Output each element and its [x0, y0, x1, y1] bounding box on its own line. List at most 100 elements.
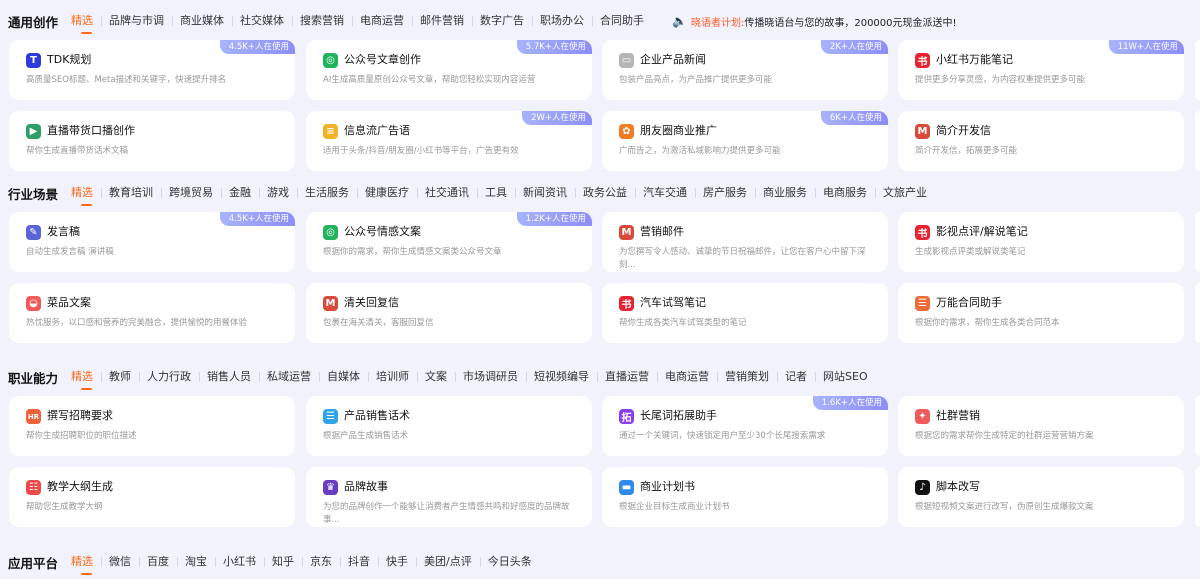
card-description: 广而告之，为激活私域影响力提供更多可能 [619, 146, 781, 156]
card-description: 生成影视点评类或解说类笔记 [915, 247, 1026, 257]
card-description: 简介开发信，拓展更多可能 [915, 146, 1018, 156]
usage-badge: 1.6K+人在使用 [812, 396, 888, 410]
tab-2-9[interactable]: 短视频编导 [526, 370, 597, 384]
tab-2-7[interactable]: 文案 [417, 370, 455, 384]
tab-2-13[interactable]: 记者 [777, 370, 815, 384]
template-card[interactable]: ✿ 朋友圈商业推广 广而告之，为激活私域影响力提供更多可能 6K+人在使用 [602, 111, 888, 171]
template-card[interactable]: HR 撰写招聘要求 帮你生成招聘职位的职位描述 [9, 396, 295, 456]
tab-2-2[interactable]: 人力行政 [139, 370, 199, 384]
template-card[interactable]: 书小红书万能笔记 提供更多分享灵感，为内容权重提供更多可能 11W+人在使用 [898, 40, 1184, 100]
card-description: AI生成高质量原创公众号文章，帮助您轻松实现内容运营 [323, 75, 536, 85]
tab-2-12[interactable]: 营销策划 [717, 370, 777, 384]
tab-2-5[interactable]: 自媒体 [319, 370, 368, 384]
tab-0-5[interactable]: 电商运营 [352, 14, 412, 28]
tab-1-11[interactable]: 汽车交通 [635, 186, 695, 200]
tab-0-0[interactable]: 精选 [71, 14, 101, 34]
tab-1-8[interactable]: 工具 [477, 186, 515, 200]
tab-3-6[interactable]: 京东 [302, 555, 340, 569]
tab-1-10[interactable]: 政务公益 [575, 186, 635, 200]
card-title: 企业产品新闻 [640, 53, 706, 66]
template-card[interactable]: ◎ 公众号文章创作 AI生成高质量原创公众号文章，帮助您轻松实现内容运营 5.7K+人… [306, 40, 592, 100]
tab-1-1[interactable]: 教育培训 [101, 186, 161, 200]
tab-3-9[interactable]: 美团/点评 [416, 555, 480, 569]
tab-2-0[interactable]: 精选 [71, 370, 101, 390]
announcement[interactable]: 🔈 晓语者计划: 传播晓语台与您的故事，200000元现金派送中! [672, 14, 957, 29]
tab-1-2[interactable]: 跨境贸易 [161, 186, 221, 200]
template-card[interactable]: ♪ 脚本改写 根据短视频文案进行改写，伪原创生成爆款文案 [898, 467, 1184, 527]
template-card[interactable]: ◒ 菜品文案 热忱服务，以口感和营养的完美融合，提供愉悦的用餐体验 [9, 283, 295, 343]
usage-badge: 2W+人在使用 [522, 111, 592, 125]
tab-0-3[interactable]: 社交媒体 [232, 14, 292, 28]
live-stream-icon: ▶ [26, 124, 41, 139]
card-description: 帮你生成各类汽车试驾类型的笔记 [619, 318, 747, 328]
tab-1-3[interactable]: 金融 [221, 186, 259, 200]
template-card[interactable]: ▬ 商业计划书 根据企业目标生成商业计划书 [602, 467, 888, 527]
tab-3-3[interactable]: 淘宝 [177, 555, 215, 569]
template-card[interactable]: ◎ 公众号情感文案 根据你的需求，帮你生成情感文案类公众号文章 1.2K+人在使用 [306, 212, 592, 272]
tab-1-0[interactable]: 精选 [71, 186, 101, 206]
tab-1-4[interactable]: 游戏 [259, 186, 297, 200]
template-card[interactable]: M 清关回复信 包裹在海关清关，客服回复信 [306, 283, 592, 343]
template-card[interactable]: T TDK规划 高质量SEO标题、Meta描述和关键字，快速提升排名 4.5K+人在使… [9, 40, 295, 100]
card-title: 营销邮件 [640, 225, 684, 238]
template-card[interactable]: 拓长尾词拓展助手 通过一个关键词，快速锁定用户至少30个长尾搜索需求 1.6K+人在… [602, 396, 888, 456]
tab-1-5[interactable]: 生活服务 [297, 186, 357, 200]
tab-1-7[interactable]: 社交通讯 [417, 186, 477, 200]
usage-badge: 11W+人在使用 [1108, 40, 1184, 54]
tab-2-10[interactable]: 直播运营 [597, 370, 657, 384]
tab-3-4[interactable]: 小红书 [215, 555, 264, 569]
tab-0-1[interactable]: 品牌与市调 [101, 14, 172, 28]
partial-card[interactable] [1195, 283, 1200, 343]
tab-2-1[interactable]: 教师 [101, 370, 139, 384]
tab-3-8[interactable]: 快手 [378, 555, 416, 569]
template-card[interactable]: ≡ 信息流广告语 适用于头条/抖音/朋友圈/小红书等平台，广告更有效 2W+人在使用 [306, 111, 592, 171]
partial-card[interactable] [1195, 467, 1200, 527]
tab-2-4[interactable]: 私域运营 [259, 370, 319, 384]
card-title: 教学大纲生成 [47, 480, 113, 493]
template-card[interactable]: M 简介开发信 简介开发信，拓展更多可能 [898, 111, 1184, 171]
tab-1-9[interactable]: 新闻资讯 [515, 186, 575, 200]
tab-2-14[interactable]: 网站SEO [815, 370, 876, 384]
tab-2-3[interactable]: 销售人员 [199, 370, 259, 384]
tab-2-6[interactable]: 培训师 [368, 370, 417, 384]
tab-1-14[interactable]: 电商服务 [815, 186, 875, 200]
template-card[interactable]: M 营销邮件 为您撰写令人感动、诚挚的节日祝福邮件，让您在客户心中留下深刻... [602, 212, 888, 272]
gmail-icon: M [323, 296, 338, 311]
template-card[interactable]: 书汽车试驾笔记 帮你生成各类汽车试驾类型的笔记 [602, 283, 888, 343]
tab-0-9[interactable]: 合同助手 [592, 14, 652, 28]
tab-0-6[interactable]: 邮件营销 [412, 14, 472, 28]
tab-0-8[interactable]: 职场办公 [532, 14, 592, 28]
template-card[interactable]: ▶ 直播带货口播创作 帮你生成直播带货话术文稿 [9, 111, 295, 171]
template-card[interactable]: ✦ 社群营销 根据您的需求帮你生成特定的社群运营营销方案 [898, 396, 1184, 456]
tab-0-7[interactable]: 数字广告 [472, 14, 532, 28]
tab-3-1[interactable]: 微信 [101, 555, 139, 569]
usage-badge: 4.5K+人在使用 [219, 40, 295, 54]
card-description: 包装产品亮点，为产品推广提供更多可能 [619, 75, 773, 85]
chat-icon: ☰ [323, 409, 338, 424]
tab-0-2[interactable]: 商业媒体 [172, 14, 232, 28]
template-card[interactable]: ☷ 教学大纲生成 帮助您生成教学大纲 [9, 467, 295, 527]
template-card[interactable]: 书影视点评/解说笔记 生成影视点评类或解说类笔记 [898, 212, 1184, 272]
tab-1-6[interactable]: 健康医疗 [357, 186, 417, 200]
template-card[interactable]: ▭ 企业产品新闻 包装产品亮点，为产品推广提供更多可能 2K+人在使用 [602, 40, 888, 100]
partial-card[interactable] [1195, 212, 1200, 272]
tab-1-15[interactable]: 文旅产业 [875, 186, 935, 200]
tab-3-10[interactable]: 今日头条 [479, 555, 540, 569]
template-card[interactable]: ☰ 万能合同助手 根据你的需求，帮你生成各类合同范本 [898, 283, 1184, 343]
tab-3-2[interactable]: 百度 [139, 555, 177, 569]
partial-card[interactable] [1195, 396, 1200, 456]
tab-0-4[interactable]: 搜索营销 [292, 14, 352, 28]
tab-2-8[interactable]: 市场调研员 [455, 370, 526, 384]
partial-card[interactable] [1195, 40, 1200, 100]
tab-1-12[interactable]: 房产服务 [695, 186, 755, 200]
tab-2-11[interactable]: 电商运营 [657, 370, 717, 384]
tab-3-7[interactable]: 抖音 [340, 555, 378, 569]
template-card[interactable]: ☰ 产品销售话术 根据产品生成销售话术 [306, 396, 592, 456]
tab-1-13[interactable]: 商业服务 [755, 186, 815, 200]
tab-3-5[interactable]: 知乎 [264, 555, 302, 569]
tab-3-0[interactable]: 精选 [71, 555, 101, 575]
card-title: 万能合同助手 [936, 296, 1002, 309]
partial-card[interactable] [1195, 111, 1200, 171]
template-card[interactable]: ♛ 品牌故事 为您的品牌创作一个能够让消费者产生情感共鸣和好感度的品牌故事... [306, 467, 592, 527]
template-card[interactable]: ✎ 发言稿 自动生成发言稿 演讲稿 4.5K+人在使用 [9, 212, 295, 272]
